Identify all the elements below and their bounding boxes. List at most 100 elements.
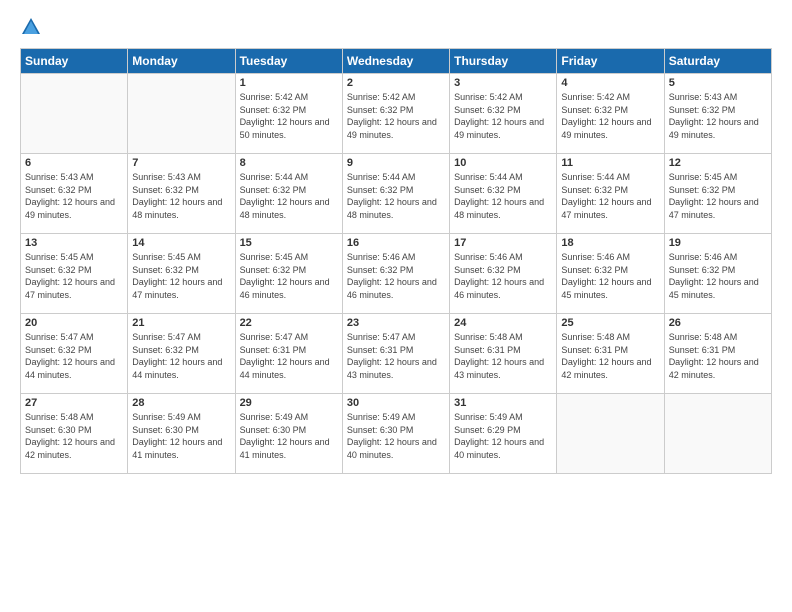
day-number: 6	[25, 157, 123, 169]
day-info: Sunrise: 5:48 AM Sunset: 6:30 PM Dayligh…	[25, 411, 123, 461]
calendar-cell: 12Sunrise: 5:45 AM Sunset: 6:32 PM Dayli…	[664, 154, 771, 234]
day-info: Sunrise: 5:48 AM Sunset: 6:31 PM Dayligh…	[561, 331, 659, 381]
calendar-cell: 19 Sunrise: 5:46 AM Sunset: 6:32 PM Dayli…	[664, 234, 771, 314]
calendar-week-row: 27 Sunrise: 5:48 AM Sunset: 6:30 PM Dayli…	[21, 394, 772, 474]
calendar-cell: 17Sunrise: 5:46 AM Sunset: 6:32 PM Dayli…	[450, 234, 557, 314]
day-info: Sunrise: 5:44 AM Sunset: 6:32 PM Dayligh…	[240, 171, 338, 221]
day-number: 25	[561, 317, 659, 329]
calendar-cell: 21Sunrise: 5:47 AM Sunset: 6:32 PM Dayli…	[128, 314, 235, 394]
day-info: Sunrise: 5:49 AM Sunset: 6:29 PM Dayligh…	[454, 411, 552, 461]
page: SundayMondayTuesdayWednesdayThursdayFrid…	[0, 0, 792, 612]
calendar-cell: 28 Sunrise: 5:49 AM Sunset: 6:30 PM Dayli…	[128, 394, 235, 474]
day-number: 15	[240, 237, 338, 249]
header-wednesday: Wednesday	[342, 49, 449, 74]
header-friday: Friday	[557, 49, 664, 74]
day-number: 19	[669, 237, 767, 249]
day-info: Sunrise: 5:48 AM Sunset: 6:31 PM Dayligh…	[454, 331, 552, 381]
day-info: Sunrise: 5:46 AM Sunset: 6:32 PM Dayligh…	[669, 251, 767, 301]
calendar-cell	[557, 394, 664, 474]
day-number: 8	[240, 157, 338, 169]
day-info: Sunrise: 5:47 AM Sunset: 6:31 PM Dayligh…	[240, 331, 338, 381]
calendar-cell	[21, 74, 128, 154]
day-number: 7	[132, 157, 230, 169]
day-number: 11	[561, 157, 659, 169]
day-number: 22	[240, 317, 338, 329]
calendar-cell: 24 Sunrise: 5:48 AM Sunset: 6:31 PM Dayli…	[450, 314, 557, 394]
calendar-cell	[128, 74, 235, 154]
calendar-cell: 2Sunrise: 5:42 AM Sunset: 6:32 PM Daylig…	[342, 74, 449, 154]
day-number: 24	[454, 317, 552, 329]
calendar-cell: 26 Sunrise: 5:48 AM Sunset: 6:31 PM Dayli…	[664, 314, 771, 394]
day-info: Sunrise: 5:45 AM Sunset: 6:32 PM Dayligh…	[240, 251, 338, 301]
day-number: 13	[25, 237, 123, 249]
calendar-cell: 13 Sunrise: 5:45 AM Sunset: 6:32 PM Dayli…	[21, 234, 128, 314]
calendar-cell: 8 Sunrise: 5:44 AM Sunset: 6:32 PM Daylig…	[235, 154, 342, 234]
day-info: Sunrise: 5:42 AM Sunset: 6:32 PM Dayligh…	[240, 91, 338, 141]
day-info: Sunrise: 5:45 AM Sunset: 6:32 PM Dayligh…	[669, 171, 767, 221]
calendar-cell: 7Sunrise: 5:43 AM Sunset: 6:32 PM Daylig…	[128, 154, 235, 234]
day-info: Sunrise: 5:48 AM Sunset: 6:31 PM Dayligh…	[669, 331, 767, 381]
calendar-cell: 31 Sunrise: 5:49 AM Sunset: 6:29 PM Dayli…	[450, 394, 557, 474]
day-info: Sunrise: 5:47 AM Sunset: 6:31 PM Dayligh…	[347, 331, 445, 381]
calendar-week-row: 20 Sunrise: 5:47 AM Sunset: 6:32 PM Dayli…	[21, 314, 772, 394]
calendar-cell: 23 Sunrise: 5:47 AM Sunset: 6:31 PM Dayli…	[342, 314, 449, 394]
header	[20, 16, 772, 38]
header-thursday: Thursday	[450, 49, 557, 74]
day-info: Sunrise: 5:43 AM Sunset: 6:32 PM Dayligh…	[669, 91, 767, 141]
calendar-cell: 5 Sunrise: 5:43 AM Sunset: 6:32 PM Daylig…	[664, 74, 771, 154]
day-info: Sunrise: 5:43 AM Sunset: 6:32 PM Dayligh…	[25, 171, 123, 221]
calendar-week-row: 6 Sunrise: 5:43 AM Sunset: 6:32 PM Daylig…	[21, 154, 772, 234]
calendar-cell: 1 Sunrise: 5:42 AM Sunset: 6:32 PM Daylig…	[235, 74, 342, 154]
calendar-cell: 14 Sunrise: 5:45 AM Sunset: 6:32 PM Dayli…	[128, 234, 235, 314]
day-number: 4	[561, 77, 659, 89]
day-info: Sunrise: 5:44 AM Sunset: 6:32 PM Dayligh…	[561, 171, 659, 221]
calendar-cell: 27 Sunrise: 5:48 AM Sunset: 6:30 PM Dayli…	[21, 394, 128, 474]
header-row: SundayMondayTuesdayWednesdayThursdayFrid…	[21, 49, 772, 74]
day-number: 20	[25, 317, 123, 329]
day-number: 14	[132, 237, 230, 249]
day-number: 17	[454, 237, 552, 249]
day-info: Sunrise: 5:45 AM Sunset: 6:32 PM Dayligh…	[25, 251, 123, 301]
calendar-header: SundayMondayTuesdayWednesdayThursdayFrid…	[21, 49, 772, 74]
header-monday: Monday	[128, 49, 235, 74]
day-number: 28	[132, 397, 230, 409]
day-info: Sunrise: 5:42 AM Sunset: 6:32 PM Dayligh…	[347, 91, 445, 141]
day-number: 26	[669, 317, 767, 329]
calendar-cell: 15 Sunrise: 5:45 AM Sunset: 6:32 PM Dayli…	[235, 234, 342, 314]
calendar-cell: 3 Sunrise: 5:42 AM Sunset: 6:32 PM Daylig…	[450, 74, 557, 154]
day-info: Sunrise: 5:44 AM Sunset: 6:32 PM Dayligh…	[454, 171, 552, 221]
calendar-cell: 30 Sunrise: 5:49 AM Sunset: 6:30 PM Dayli…	[342, 394, 449, 474]
day-info: Sunrise: 5:49 AM Sunset: 6:30 PM Dayligh…	[347, 411, 445, 461]
day-info: Sunrise: 5:49 AM Sunset: 6:30 PM Dayligh…	[132, 411, 230, 461]
calendar-cell: 10 Sunrise: 5:44 AM Sunset: 6:32 PM Dayli…	[450, 154, 557, 234]
day-number: 5	[669, 77, 767, 89]
day-number: 16	[347, 237, 445, 249]
calendar-cell: 29 Sunrise: 5:49 AM Sunset: 6:30 PM Dayli…	[235, 394, 342, 474]
day-number: 1	[240, 77, 338, 89]
day-number: 23	[347, 317, 445, 329]
day-info: Sunrise: 5:42 AM Sunset: 6:32 PM Dayligh…	[454, 91, 552, 141]
header-tuesday: Tuesday	[235, 49, 342, 74]
day-number: 9	[347, 157, 445, 169]
day-number: 30	[347, 397, 445, 409]
day-number: 3	[454, 77, 552, 89]
calendar-cell: 4Sunrise: 5:42 AM Sunset: 6:32 PM Daylig…	[557, 74, 664, 154]
calendar-table: SundayMondayTuesdayWednesdayThursdayFrid…	[20, 48, 772, 474]
calendar-cell	[664, 394, 771, 474]
header-saturday: Saturday	[664, 49, 771, 74]
calendar-cell: 16 Sunrise: 5:46 AM Sunset: 6:32 PM Dayli…	[342, 234, 449, 314]
day-info: Sunrise: 5:45 AM Sunset: 6:32 PM Dayligh…	[132, 251, 230, 301]
day-info: Sunrise: 5:49 AM Sunset: 6:30 PM Dayligh…	[240, 411, 338, 461]
calendar-cell: 22 Sunrise: 5:47 AM Sunset: 6:31 PM Dayli…	[235, 314, 342, 394]
calendar-cell: 9Sunrise: 5:44 AM Sunset: 6:32 PM Daylig…	[342, 154, 449, 234]
day-number: 27	[25, 397, 123, 409]
day-number: 10	[454, 157, 552, 169]
logo	[20, 16, 46, 38]
calendar-cell: 6 Sunrise: 5:43 AM Sunset: 6:32 PM Daylig…	[21, 154, 128, 234]
day-number: 29	[240, 397, 338, 409]
day-info: Sunrise: 5:47 AM Sunset: 6:32 PM Dayligh…	[132, 331, 230, 381]
day-info: Sunrise: 5:47 AM Sunset: 6:32 PM Dayligh…	[25, 331, 123, 381]
calendar-week-row: 13 Sunrise: 5:45 AM Sunset: 6:32 PM Dayli…	[21, 234, 772, 314]
day-number: 31	[454, 397, 552, 409]
day-info: Sunrise: 5:46 AM Sunset: 6:32 PM Dayligh…	[347, 251, 445, 301]
